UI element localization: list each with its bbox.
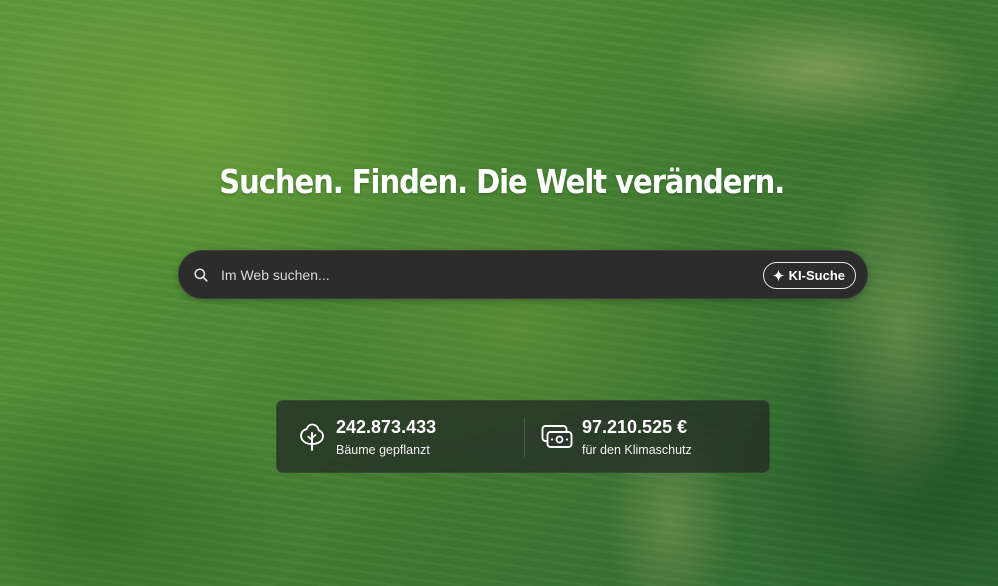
trees-planted-label: Bäume gepflanzt: [336, 443, 430, 457]
page-background: { "hero": { "headline": "Suchen. Finden.…: [0, 0, 998, 586]
money-icon: [541, 425, 573, 448]
trees-planted-count: 242.873.433: [336, 417, 437, 437]
climate-funding-amount: 97.210.525 €: [582, 417, 688, 437]
ai-search-label: KI-Suche: [788, 268, 845, 283]
search-icon: [194, 268, 208, 282]
tree-icon: [300, 423, 324, 451]
stat-trees-planted: 242.873.433 Bäume gepflanzt: [277, 401, 524, 472]
page-headline: Suchen. Finden. Die Welt verändern.: [219, 162, 785, 202]
stat-climate-funding: 97.210.525 € für den Klimaschutz: [524, 401, 769, 472]
climate-funding-label: für den Klimaschutz: [582, 443, 692, 457]
search-bar[interactable]: KI-Suche: [178, 250, 868, 299]
search-input[interactable]: [221, 260, 751, 290]
impact-stats-card: 242.873.433 Bäume gepflanzt 97.210.525 €…: [276, 400, 770, 473]
sparkle-icon: [772, 269, 785, 282]
ai-search-button[interactable]: KI-Suche: [762, 262, 856, 289]
